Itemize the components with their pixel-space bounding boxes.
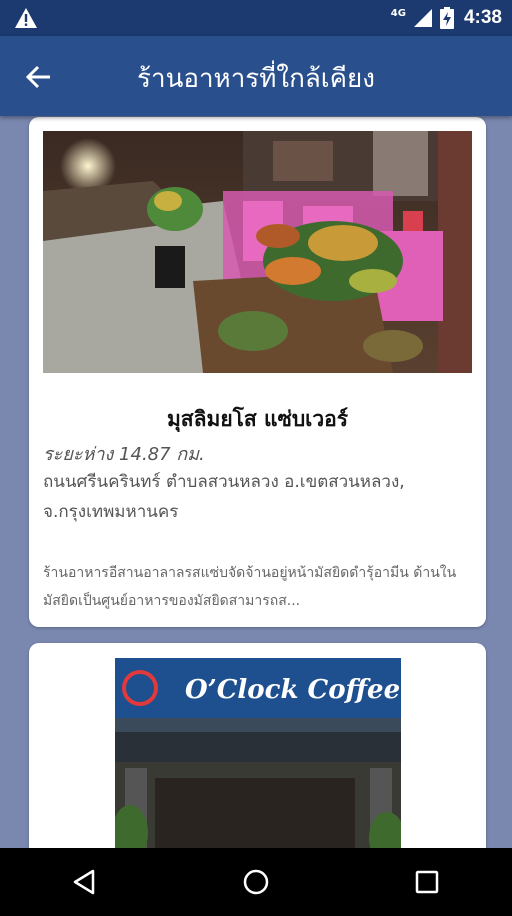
circle-home-icon	[243, 869, 269, 895]
restaurant-description: ร้านอาหารอีสานอาลาลรสแซ่บจัดจ้านอยู่หน้า…	[43, 565, 457, 609]
restaurant-address: ถนนศรีนครินทร์ ตำบลสวนหลวง อ.เขตสวนหลวง,…	[43, 472, 405, 522]
cafe-sign-text: O’Clock Coffee	[185, 675, 400, 705]
nav-home-button[interactable]	[226, 852, 286, 912]
square-recent-icon	[415, 870, 438, 894]
signal-icon	[413, 9, 432, 27]
restaurant-list[interactable]: มุสลิมยโส แซ่บเวอร์ ระยะห่าง 14.87 กม. ถ…	[0, 116, 512, 848]
network-type: 4G	[390, 7, 406, 19]
page-title: ร้านอาหารที่ใกล้เคียง	[137, 64, 375, 94]
triangle-back-icon	[74, 869, 95, 895]
clock: 4:38	[463, 7, 502, 28]
nav-recent-button[interactable]	[397, 852, 457, 912]
restaurant-distance: ระยะห่าง 14.87 กม.	[43, 444, 205, 465]
cafe-photo: O’Clock Coffee	[115, 658, 401, 848]
battery-icon	[439, 7, 454, 29]
restaurant-name: มุสลิมยโส แซ่บเวอร์	[166, 407, 349, 431]
system-nav-bar	[0, 848, 512, 916]
restaurant-card[interactable]: มุสลิมยโส แซ่บเวอร์ ระยะห่าง 14.87 กม. ถ…	[29, 117, 486, 627]
status-bar: 4G 4:38	[0, 0, 512, 36]
nav-back-button[interactable]	[55, 852, 115, 912]
restaurant-card[interactable]: O’Clock Coffee	[29, 643, 486, 848]
app-bar: ร้านอาหารที่ใกล้เคียง	[0, 36, 512, 116]
warning-icon	[15, 8, 37, 28]
restaurant-photo	[43, 131, 472, 373]
